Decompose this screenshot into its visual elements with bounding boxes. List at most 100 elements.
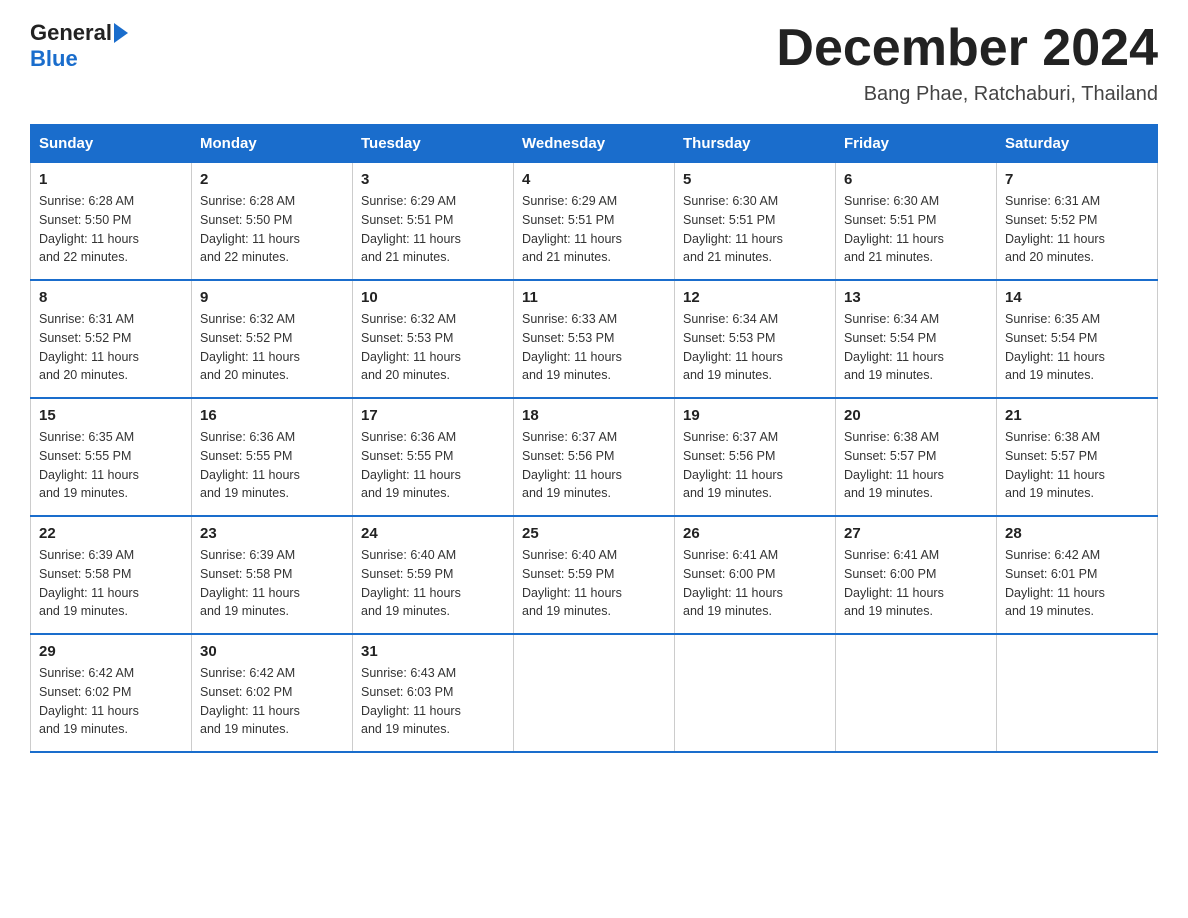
calendar-cell: 4 Sunrise: 6:29 AMSunset: 5:51 PMDaylight… <box>514 163 675 281</box>
day-info: Sunrise: 6:41 AMSunset: 6:00 PMDaylight:… <box>683 546 827 621</box>
day-info: Sunrise: 6:38 AMSunset: 5:57 PMDaylight:… <box>1005 428 1149 503</box>
calendar-cell: 10 Sunrise: 6:32 AMSunset: 5:53 PMDayligh… <box>353 280 514 398</box>
calendar-week-row: 15Sunrise: 6:35 AMSunset: 5:55 PMDayligh… <box>31 398 1158 516</box>
calendar-week-row: 29 Sunrise: 6:42 AMSunset: 6:02 PMDayligh… <box>31 634 1158 752</box>
day-info: Sunrise: 6:36 AMSunset: 5:55 PMDaylight:… <box>200 428 344 503</box>
calendar-cell: 9 Sunrise: 6:32 AMSunset: 5:52 PMDaylight… <box>192 280 353 398</box>
calendar-cell <box>514 634 675 752</box>
calendar-cell <box>836 634 997 752</box>
day-info: Sunrise: 6:37 AMSunset: 5:56 PMDaylight:… <box>683 428 827 503</box>
day-info: Sunrise: 6:33 AMSunset: 5:53 PMDaylight:… <box>522 310 666 385</box>
month-title: December 2024 <box>776 20 1158 77</box>
column-header-tuesday: Tuesday <box>353 125 514 163</box>
day-number: 9 <box>200 289 344 306</box>
day-number: 16 <box>200 407 344 424</box>
calendar-cell: 14 Sunrise: 6:35 AMSunset: 5:54 PMDayligh… <box>997 280 1158 398</box>
calendar-cell: 25 Sunrise: 6:40 AMSunset: 5:59 PMDayligh… <box>514 516 675 634</box>
calendar-cell: 12 Sunrise: 6:34 AMSunset: 5:53 PMDayligh… <box>675 280 836 398</box>
day-number: 25 <box>522 525 666 542</box>
day-number: 6 <box>844 171 988 188</box>
day-info: Sunrise: 6:41 AMSunset: 6:00 PMDaylight:… <box>844 546 988 621</box>
day-number: 5 <box>683 171 827 188</box>
calendar-cell: 30 Sunrise: 6:42 AMSunset: 6:02 PMDayligh… <box>192 634 353 752</box>
day-number: 22 <box>39 525 183 542</box>
logo-blue-text: Blue <box>30 46 78 71</box>
day-info: Sunrise: 6:39 AMSunset: 5:58 PMDaylight:… <box>39 546 183 621</box>
calendar-cell: 7 Sunrise: 6:31 AMSunset: 5:52 PMDaylight… <box>997 163 1158 281</box>
calendar-table: SundayMondayTuesdayWednesdayThursdayFrid… <box>30 124 1158 753</box>
day-number: 14 <box>1005 289 1149 306</box>
column-header-wednesday: Wednesday <box>514 125 675 163</box>
calendar-cell: 6Sunrise: 6:30 AMSunset: 5:51 PMDaylight… <box>836 163 997 281</box>
location-text: Bang Phae, Ratchaburi, Thailand <box>776 83 1158 106</box>
column-header-friday: Friday <box>836 125 997 163</box>
day-info: Sunrise: 6:32 AMSunset: 5:52 PMDaylight:… <box>200 310 344 385</box>
day-number: 12 <box>683 289 827 306</box>
day-info: Sunrise: 6:42 AMSunset: 6:02 PMDaylight:… <box>200 664 344 739</box>
day-info: Sunrise: 6:43 AMSunset: 6:03 PMDaylight:… <box>361 664 505 739</box>
column-header-saturday: Saturday <box>997 125 1158 163</box>
day-number: 30 <box>200 643 344 660</box>
column-header-thursday: Thursday <box>675 125 836 163</box>
day-info: Sunrise: 6:37 AMSunset: 5:56 PMDaylight:… <box>522 428 666 503</box>
calendar-week-row: 22 Sunrise: 6:39 AMSunset: 5:58 PMDayligh… <box>31 516 1158 634</box>
day-number: 4 <box>522 171 666 188</box>
day-number: 26 <box>683 525 827 542</box>
day-info: Sunrise: 6:35 AMSunset: 5:54 PMDaylight:… <box>1005 310 1149 385</box>
title-block: December 2024 Bang Phae, Ratchaburi, Tha… <box>776 20 1158 106</box>
calendar-cell <box>997 634 1158 752</box>
day-number: 13 <box>844 289 988 306</box>
logo-arrow-icon <box>114 23 128 43</box>
day-info: Sunrise: 6:29 AMSunset: 5:51 PMDaylight:… <box>361 192 505 267</box>
day-number: 24 <box>361 525 505 542</box>
day-number: 11 <box>522 289 666 306</box>
day-number: 7 <box>1005 171 1149 188</box>
day-number: 2 <box>200 171 344 188</box>
day-info: Sunrise: 6:34 AMSunset: 5:53 PMDaylight:… <box>683 310 827 385</box>
day-number: 20 <box>844 407 988 424</box>
day-number: 29 <box>39 643 183 660</box>
day-info: Sunrise: 6:29 AMSunset: 5:51 PMDaylight:… <box>522 192 666 267</box>
calendar-cell: 23 Sunrise: 6:39 AMSunset: 5:58 PMDayligh… <box>192 516 353 634</box>
calendar-cell: 31 Sunrise: 6:43 AMSunset: 6:03 PMDayligh… <box>353 634 514 752</box>
calendar-cell: 19Sunrise: 6:37 AMSunset: 5:56 PMDayligh… <box>675 398 836 516</box>
day-info: Sunrise: 6:42 AMSunset: 6:02 PMDaylight:… <box>39 664 183 739</box>
calendar-cell: 27Sunrise: 6:41 AMSunset: 6:00 PMDayligh… <box>836 516 997 634</box>
day-number: 17 <box>361 407 505 424</box>
logo: General Blue <box>30 20 130 72</box>
day-number: 18 <box>522 407 666 424</box>
day-number: 8 <box>39 289 183 306</box>
day-info: Sunrise: 6:38 AMSunset: 5:57 PMDaylight:… <box>844 428 988 503</box>
day-info: Sunrise: 6:32 AMSunset: 5:53 PMDaylight:… <box>361 310 505 385</box>
day-info: Sunrise: 6:36 AMSunset: 5:55 PMDaylight:… <box>361 428 505 503</box>
day-number: 15 <box>39 407 183 424</box>
page-header: General Blue December 2024 Bang Phae, Ra… <box>30 20 1158 106</box>
day-number: 28 <box>1005 525 1149 542</box>
calendar-cell: 22 Sunrise: 6:39 AMSunset: 5:58 PMDayligh… <box>31 516 192 634</box>
calendar-cell: 18 Sunrise: 6:37 AMSunset: 5:56 PMDayligh… <box>514 398 675 516</box>
calendar-cell: 11 Sunrise: 6:33 AMSunset: 5:53 PMDayligh… <box>514 280 675 398</box>
calendar-cell <box>675 634 836 752</box>
calendar-week-row: 1Sunrise: 6:28 AMSunset: 5:50 PMDaylight… <box>31 163 1158 281</box>
calendar-cell: 2 Sunrise: 6:28 AMSunset: 5:50 PMDaylight… <box>192 163 353 281</box>
calendar-cell: 29 Sunrise: 6:42 AMSunset: 6:02 PMDayligh… <box>31 634 192 752</box>
day-number: 23 <box>200 525 344 542</box>
calendar-cell: 24Sunrise: 6:40 AMSunset: 5:59 PMDayligh… <box>353 516 514 634</box>
day-info: Sunrise: 6:28 AMSunset: 5:50 PMDaylight:… <box>39 192 183 267</box>
day-info: Sunrise: 6:31 AMSunset: 5:52 PMDaylight:… <box>1005 192 1149 267</box>
calendar-cell: 8Sunrise: 6:31 AMSunset: 5:52 PMDaylight… <box>31 280 192 398</box>
logo-general-text: General <box>30 20 112 46</box>
day-info: Sunrise: 6:42 AMSunset: 6:01 PMDaylight:… <box>1005 546 1149 621</box>
calendar-cell: 26 Sunrise: 6:41 AMSunset: 6:00 PMDayligh… <box>675 516 836 634</box>
calendar-cell: 28 Sunrise: 6:42 AMSunset: 6:01 PMDayligh… <box>997 516 1158 634</box>
day-info: Sunrise: 6:40 AMSunset: 5:59 PMDaylight:… <box>522 546 666 621</box>
calendar-cell: 1Sunrise: 6:28 AMSunset: 5:50 PMDaylight… <box>31 163 192 281</box>
calendar-cell: 16 Sunrise: 6:36 AMSunset: 5:55 PMDayligh… <box>192 398 353 516</box>
column-header-monday: Monday <box>192 125 353 163</box>
day-info: Sunrise: 6:28 AMSunset: 5:50 PMDaylight:… <box>200 192 344 267</box>
day-number: 10 <box>361 289 505 306</box>
day-info: Sunrise: 6:39 AMSunset: 5:58 PMDaylight:… <box>200 546 344 621</box>
day-number: 31 <box>361 643 505 660</box>
day-info: Sunrise: 6:30 AMSunset: 5:51 PMDaylight:… <box>683 192 827 267</box>
calendar-cell: 13Sunrise: 6:34 AMSunset: 5:54 PMDayligh… <box>836 280 997 398</box>
